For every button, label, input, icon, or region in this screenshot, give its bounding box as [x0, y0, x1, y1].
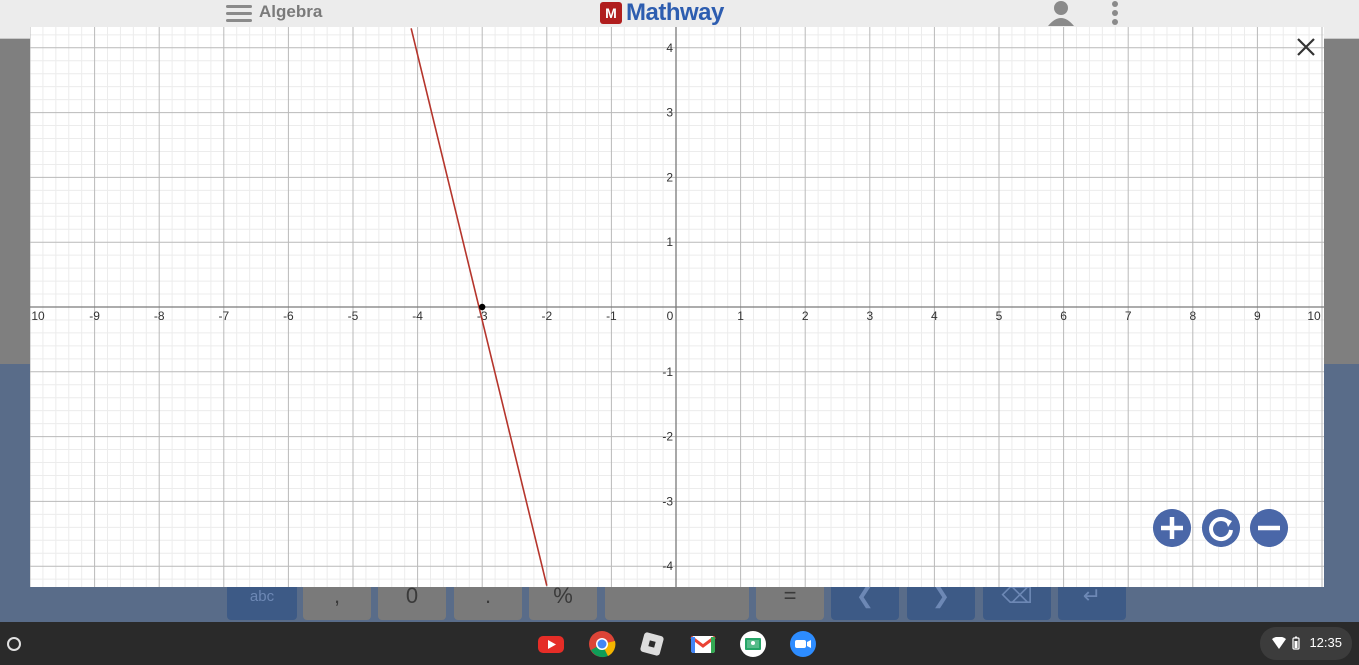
- x-tick-label: 10: [1307, 309, 1321, 323]
- user-account-icon[interactable]: [1046, 0, 1076, 26]
- x-tick-label: -2: [541, 309, 552, 323]
- x-tick-label: 2: [802, 309, 809, 323]
- x-tick-label: -7: [218, 309, 229, 323]
- clock: 12:35: [1309, 635, 1342, 650]
- y-tick-label: 3: [666, 106, 673, 120]
- youtube-icon[interactable]: [537, 630, 565, 658]
- battery-icon: [1292, 636, 1300, 650]
- more-options-icon[interactable]: [1110, 0, 1120, 26]
- zoom-app-icon[interactable]: [789, 630, 817, 658]
- chrome-icon[interactable]: [588, 630, 616, 658]
- wifi-icon: [1272, 637, 1286, 649]
- x-tick-label: 8: [1189, 309, 1196, 323]
- taskbar: 12:35: [0, 622, 1359, 665]
- y-tick-label: -4: [662, 559, 673, 573]
- reset-zoom-icon[interactable]: [1202, 509, 1240, 547]
- x-intercept-point: [479, 303, 486, 311]
- launcher-icon[interactable]: [7, 637, 21, 651]
- zoom-out-icon[interactable]: [1250, 509, 1288, 547]
- x-tick-label: 9: [1254, 309, 1261, 323]
- google-classroom-icon[interactable]: [739, 630, 767, 658]
- y-tick-label: 1: [666, 235, 673, 249]
- close-icon[interactable]: [1294, 35, 1318, 59]
- hamburger-menu-icon[interactable]: [226, 3, 252, 23]
- logo-text: Mathway: [626, 0, 724, 26]
- status-tray[interactable]: 12:35: [1260, 627, 1352, 660]
- y-tick-label: 2: [666, 170, 673, 184]
- x-tick-label: 5: [996, 309, 1003, 323]
- roblox-icon[interactable]: [638, 630, 666, 658]
- x-tick-label: 7: [1125, 309, 1132, 323]
- x-tick-label: 6: [1060, 309, 1067, 323]
- zoom-in-icon[interactable]: [1153, 509, 1191, 547]
- graph-dialog: 10 -9 -8 -7 -6 -5 -4 -3 -2 -1 0 1 2 3 4 5 6 7 8 9 10 4 3 2 1 -1 -…: [30, 27, 1324, 587]
- y-tick-label: -3: [662, 494, 673, 508]
- x-tick-label: -4: [412, 309, 423, 323]
- x-tick-label: -8: [154, 309, 165, 323]
- subject-title[interactable]: Algebra: [259, 2, 322, 22]
- x-tick-label: 0: [667, 309, 674, 323]
- x-tick-label: -1: [606, 309, 617, 323]
- x-tick-label: 10: [31, 309, 45, 323]
- gmail-icon[interactable]: [689, 630, 717, 658]
- x-tick-label: -5: [348, 309, 359, 323]
- logo-badge: M: [600, 2, 622, 24]
- y-tick-label: 4: [666, 41, 673, 55]
- y-tick-label: -1: [662, 365, 673, 379]
- graph-plot[interactable]: 10 -9 -8 -7 -6 -5 -4 -3 -2 -1 0 1 2 3 4 5 6 7 8 9 10 4 3 2 1 -1 -…: [30, 27, 1324, 587]
- x-tick-label: -9: [89, 309, 100, 323]
- x-tick-label: 1: [737, 309, 744, 323]
- x-tick-label: 3: [866, 309, 873, 323]
- x-tick-label: -6: [283, 309, 294, 323]
- mathway-logo: M Mathway: [600, 0, 724, 26]
- y-tick-label: -2: [662, 430, 673, 444]
- x-tick-label: 4: [931, 309, 938, 323]
